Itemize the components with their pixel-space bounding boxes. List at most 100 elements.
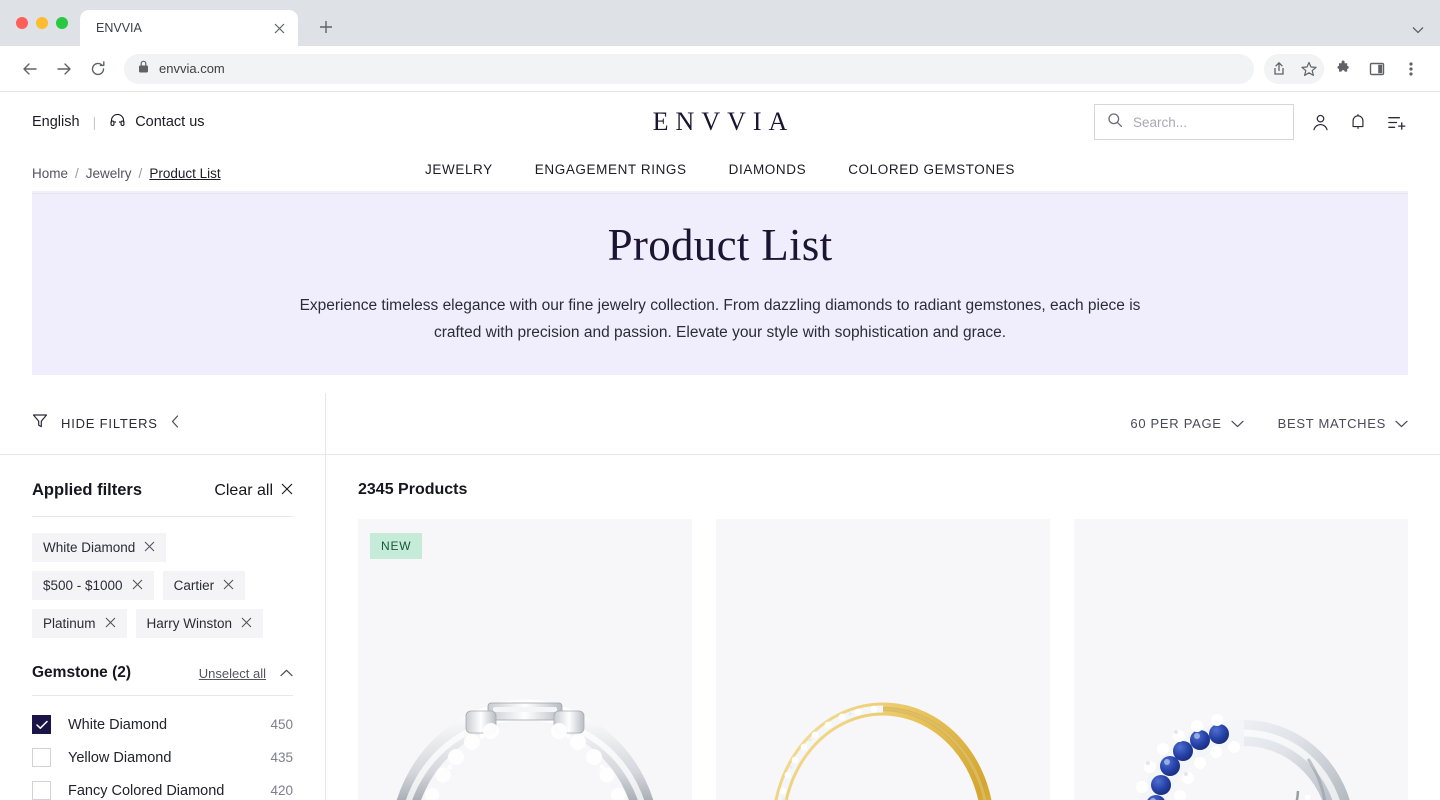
facet-options: White Diamond 450 Yellow Diamond 435 Fan… [32, 696, 293, 800]
checkbox-unchecked[interactable] [32, 781, 51, 800]
nav-item-colored-gemstones[interactable]: COLORED GEMSTONES [848, 162, 1015, 177]
chevron-down-icon [1395, 416, 1408, 431]
minimize-window-button[interactable] [36, 17, 48, 29]
url-text: envvia.com [159, 61, 225, 76]
checkbox-unchecked[interactable] [32, 748, 51, 767]
browser-tab[interactable]: ENVVIA [80, 10, 298, 46]
clear-all-label: Clear all [214, 481, 273, 499]
tab-title: ENVVIA [96, 21, 142, 35]
headset-icon [109, 112, 126, 133]
chip-label: Platinum [43, 616, 96, 631]
per-page-dropdown[interactable]: 60 PER PAGE [1130, 416, 1244, 431]
chip-label: Harry Winston [146, 616, 233, 631]
browser-toolbar: envvia.com [0, 46, 1440, 92]
facet-option-count: 450 [270, 717, 293, 732]
close-icon[interactable] [105, 616, 116, 631]
tab-strip: ENVVIA [0, 0, 1440, 46]
lock-icon [138, 60, 149, 78]
product-card[interactable]: NEW [358, 519, 692, 800]
nav-item-engagement-rings[interactable]: ENGAGEMENT RINGS [535, 162, 687, 177]
facet-option-count: 420 [270, 783, 293, 798]
listing-controls: 60 PER PAGE BEST MATCHES [326, 393, 1440, 454]
hero-banner: Product List Experience timeless eleganc… [32, 191, 1408, 375]
forward-arrow-icon[interactable] [48, 53, 80, 85]
chevron-down-icon[interactable] [1412, 25, 1424, 37]
facet-option-label: Yellow Diamond [68, 749, 172, 766]
header-actions [1094, 104, 1408, 140]
facet-gemstone: Gemstone (2) Unselect all White Diamond … [32, 664, 293, 800]
hide-filters-button[interactable]: HIDE FILTERS [0, 393, 326, 454]
contact-us-label: Contact us [135, 114, 205, 130]
chevron-down-icon [1231, 416, 1244, 431]
maximize-window-button[interactable] [56, 17, 68, 29]
back-arrow-icon[interactable] [14, 53, 46, 85]
filters-sidebar: Applied filters Clear all White Diamond [0, 455, 326, 800]
product-grid-section: 2345 Products NEW [326, 455, 1440, 800]
product-card[interactable] [1074, 519, 1408, 800]
site-header: English | Contact us ENVVIA Search... JE… [0, 92, 1440, 194]
contact-us-link[interactable]: Contact us [109, 112, 205, 133]
facet-header: Gemstone (2) Unselect all [32, 664, 293, 695]
browser-window: ENVVIA envvia.com English | Contact us E… [0, 0, 1440, 800]
filter-chip[interactable]: Harry Winston [135, 609, 264, 638]
bell-icon[interactable] [1346, 110, 1370, 134]
language-selector[interactable]: English [32, 114, 80, 130]
share-icon[interactable] [1264, 54, 1294, 84]
facet-title: Gemstone (2) [32, 664, 132, 681]
chevron-left-icon [171, 414, 180, 433]
status-badge: NEW [370, 533, 423, 559]
close-icon[interactable] [132, 578, 143, 593]
page-content: English | Contact us ENVVIA Search... JE… [0, 92, 1440, 800]
silver-diamond-bracelet-image [358, 519, 692, 800]
chip-label: White Diamond [43, 540, 136, 555]
new-tab-button[interactable] [312, 13, 340, 41]
nav-item-diamonds[interactable]: DIAMONDS [729, 162, 807, 177]
facet-option-label: Fancy Colored Diamond [68, 782, 225, 799]
close-icon [281, 482, 293, 500]
listing-body: Applied filters Clear all White Diamond [0, 455, 1440, 800]
filter-chip[interactable]: Platinum [32, 609, 127, 638]
funnel-icon [32, 413, 48, 434]
address-bar[interactable]: envvia.com [124, 53, 1254, 84]
site-logo[interactable]: ENVVIA [646, 107, 795, 137]
facet-option-white-diamond[interactable]: White Diamond 450 [32, 708, 293, 741]
star-icon[interactable] [1294, 54, 1324, 84]
search-icon [1107, 112, 1123, 133]
sort-dropdown[interactable]: BEST MATCHES [1278, 416, 1408, 431]
filter-chip[interactable]: Cartier [162, 571, 246, 600]
clear-all-button[interactable]: Clear all [214, 482, 293, 500]
unselect-all-button[interactable]: Unselect all [199, 666, 266, 681]
facet-option-label: White Diamond [68, 716, 168, 733]
applied-filters-header: Applied filters Clear all [32, 481, 293, 516]
page-title: Product List [607, 220, 833, 271]
toolbar-icons [1264, 53, 1426, 84]
filter-chip[interactable]: White Diamond [32, 533, 167, 562]
filter-chip[interactable]: $500 - $1000 [32, 571, 154, 600]
side-panel-icon[interactable] [1362, 54, 1392, 84]
close-icon[interactable] [241, 616, 252, 631]
chevron-up-icon[interactable] [280, 664, 293, 682]
hide-filters-label: HIDE FILTERS [61, 416, 158, 431]
facet-option-fancy-colored-diamond[interactable]: Fancy Colored Diamond 420 [32, 774, 293, 800]
three-dot-menu-icon[interactable] [1396, 54, 1426, 84]
checkbox-checked[interactable] [32, 715, 51, 734]
close-icon[interactable] [223, 578, 234, 593]
listing-toolbar: HIDE FILTERS 60 PER PAGE BEST MATCHES [0, 393, 1440, 455]
divider: | [92, 114, 97, 130]
tab-close-icon[interactable] [270, 19, 288, 37]
header-divider [32, 193, 1408, 194]
close-window-button[interactable] [16, 17, 28, 29]
puzzle-icon[interactable] [1328, 54, 1358, 84]
add-to-list-icon[interactable] [1384, 110, 1408, 134]
main-navigation: JEWELRY ENGAGEMENT RINGS DIAMONDS COLORE… [32, 152, 1408, 193]
nav-item-jewelry[interactable]: JEWELRY [425, 162, 493, 177]
product-card[interactable] [716, 519, 1050, 800]
facet-option-yellow-diamond[interactable]: Yellow Diamond 435 [32, 741, 293, 774]
search-box[interactable] [1094, 104, 1294, 140]
reload-icon[interactable] [82, 53, 114, 85]
close-icon[interactable] [144, 540, 155, 555]
user-icon[interactable] [1308, 110, 1332, 134]
applied-filters-title: Applied filters [32, 481, 143, 499]
gold-diamond-eternity-band-image [716, 519, 1050, 800]
search-input[interactable] [1133, 114, 1281, 130]
